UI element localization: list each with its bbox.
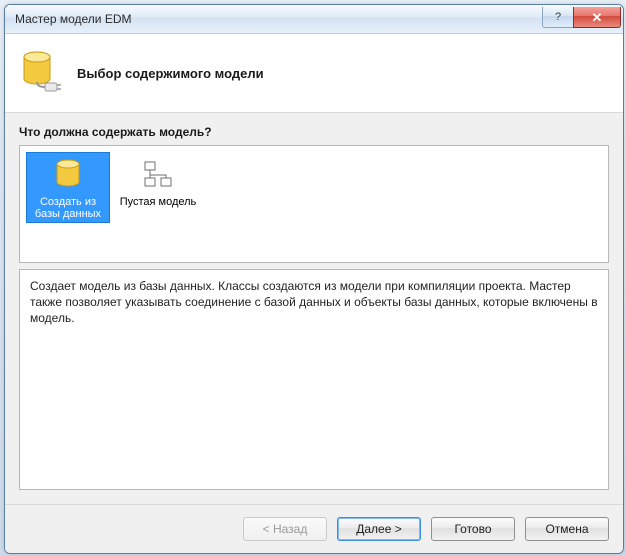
database-icon <box>21 49 61 97</box>
close-button[interactable]: ✕ <box>573 7 621 28</box>
wizard-heading: Выбор содержимого модели <box>77 66 264 81</box>
option-label: Создать из базы данных <box>29 196 107 220</box>
option-empty-model[interactable]: Пустая модель <box>116 152 200 211</box>
content-prompt: Что должна содержать модель? <box>19 125 609 139</box>
database-icon <box>29 157 107 193</box>
wizard-footer: < Назад Далее > Готово Отмена <box>5 504 623 553</box>
option-create-from-db[interactable]: Создать из базы данных <box>26 152 110 223</box>
titlebar-controls: ? ✕ <box>543 7 621 27</box>
close-icon: ✕ <box>592 11 603 24</box>
next-button[interactable]: Далее > <box>337 517 421 541</box>
titlebar: Мастер модели EDM ? ✕ <box>5 5 623 34</box>
finish-button[interactable]: Готово <box>431 517 515 541</box>
option-label: Пустая модель <box>119 196 197 208</box>
empty-model-icon <box>119 157 197 193</box>
cancel-button[interactable]: Отмена <box>525 517 609 541</box>
back-button[interactable]: < Назад <box>243 517 327 541</box>
option-description: Создает модель из базы данных. Классы со… <box>19 269 609 490</box>
wizard-content: Что должна содержать модель? Создать из … <box>5 113 623 504</box>
model-options: Создать из базы данных Пустая модель <box>19 145 609 263</box>
help-icon: ? <box>555 11 561 23</box>
wizard-window: { "window": { "title": "Мастер модели ED… <box>4 4 624 554</box>
wizard-header: Выбор содержимого модели <box>5 34 623 113</box>
window-title: Мастер модели EDM <box>15 12 543 26</box>
help-button[interactable]: ? <box>542 7 574 28</box>
